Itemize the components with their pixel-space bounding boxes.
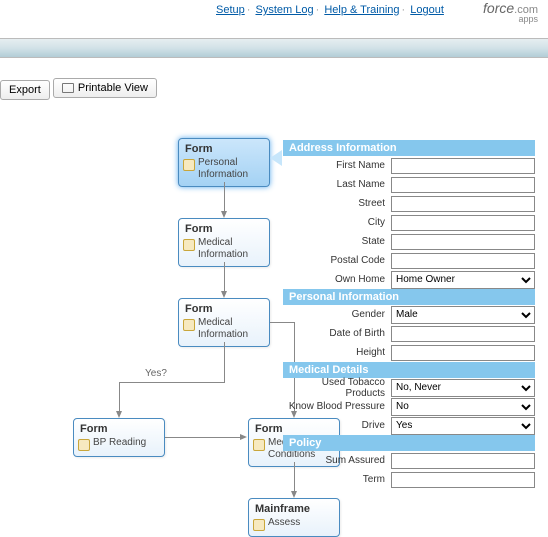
form-icon — [183, 159, 195, 171]
label-first-name: First Name — [283, 160, 391, 171]
section-header-personal-info: Personal Information — [283, 289, 535, 305]
logo-text: force — [483, 0, 514, 16]
link-logout[interactable]: Logout — [410, 4, 444, 16]
printable-view-button[interactable]: Printable View — [53, 78, 157, 98]
input-state[interactable] — [391, 234, 535, 250]
select-gender[interactable]: Male — [391, 306, 535, 324]
node-title: Form — [179, 219, 269, 235]
label-last-name: Last Name — [283, 179, 391, 190]
input-postal-code[interactable] — [391, 253, 535, 269]
node-title: Form — [74, 419, 164, 435]
select-bp[interactable]: No — [391, 398, 535, 416]
label-street: Street — [283, 198, 391, 209]
select-own-home[interactable]: Home Owner — [391, 271, 535, 289]
properties-panel: Address Information First Name Last Name… — [283, 140, 535, 489]
select-drive[interactable]: Yes — [391, 417, 535, 435]
flow-node-mainframe-assess[interactable]: Mainframe Assess — [248, 498, 340, 537]
link-system-log[interactable]: System Log — [255, 4, 313, 16]
node-subtitle: BP Reading — [93, 437, 146, 449]
flow-node-medical-info-2[interactable]: Form Medical Information — [178, 298, 270, 347]
input-term[interactable] — [391, 472, 535, 488]
help-links: Setup· System Log· Help & Training· Logo… — [216, 4, 444, 16]
form-icon — [253, 439, 265, 451]
panel-pointer-icon — [270, 150, 282, 166]
node-title: Form — [179, 139, 269, 155]
node-subtitle: Medical Information — [198, 237, 265, 261]
link-setup[interactable]: Setup — [216, 4, 245, 16]
label-own-home: Own Home — [283, 274, 391, 285]
label-drive: Drive — [283, 420, 391, 431]
input-city[interactable] — [391, 215, 535, 231]
label-postal: Postal Code — [283, 255, 391, 266]
flow-node-bp-reading[interactable]: Form BP Reading — [73, 418, 165, 457]
input-first-name[interactable] — [391, 158, 535, 174]
node-title: Form — [179, 299, 269, 315]
arrow-segment — [224, 342, 225, 382]
label-sum-assured: Sum Assured — [283, 455, 391, 466]
node-subtitle: Assess — [268, 517, 300, 529]
arrow — [224, 182, 225, 212]
input-height[interactable] — [391, 345, 535, 361]
input-dob[interactable] — [391, 326, 535, 342]
input-sum-assured[interactable] — [391, 453, 535, 469]
flow-node-medical-info-1[interactable]: Form Medical Information — [178, 218, 270, 267]
utility-bar — [0, 38, 548, 58]
toolbar: Export Printable View — [0, 78, 157, 100]
arrow — [165, 437, 241, 438]
label-tobacco: Used Tobacco Products — [283, 377, 391, 399]
section-header-address: Address Information — [283, 140, 535, 156]
form-icon — [183, 239, 195, 251]
logo: force.com apps — [483, 0, 538, 24]
arrow — [119, 382, 120, 412]
label-dob: Date of Birth — [283, 328, 391, 339]
flow-canvas[interactable]: Form Personal Information Form Medical I… — [0, 110, 548, 516]
node-title: Mainframe — [249, 499, 339, 515]
node-subtitle: Medical Information — [198, 317, 265, 341]
label-state: State — [283, 236, 391, 247]
export-button[interactable]: Export — [0, 80, 50, 100]
form-icon — [78, 439, 90, 451]
edge-label-yes: Yes? — [145, 368, 167, 379]
form-icon — [183, 319, 195, 331]
select-tobacco[interactable]: No, Never — [391, 379, 535, 397]
printer-icon — [62, 83, 74, 93]
input-street[interactable] — [391, 196, 535, 212]
top-header: Setup· System Log· Help & Training· Logo… — [0, 0, 548, 26]
arrow — [224, 262, 225, 292]
input-last-name[interactable] — [391, 177, 535, 193]
node-subtitle: Personal Information — [198, 157, 265, 181]
link-help-training[interactable]: Help & Training — [324, 4, 399, 16]
label-gender: Gender — [283, 309, 391, 320]
form-icon — [253, 519, 265, 531]
section-header-policy: Policy — [283, 435, 535, 451]
flow-node-personal-info[interactable]: Form Personal Information — [178, 138, 270, 187]
arrow-segment — [119, 382, 225, 383]
label-city: City — [283, 217, 391, 228]
label-term: Term — [283, 474, 391, 485]
label-bp: Know Blood Pressure — [283, 401, 391, 412]
printable-view-label: Printable View — [78, 82, 148, 94]
label-height: Height — [283, 347, 391, 358]
